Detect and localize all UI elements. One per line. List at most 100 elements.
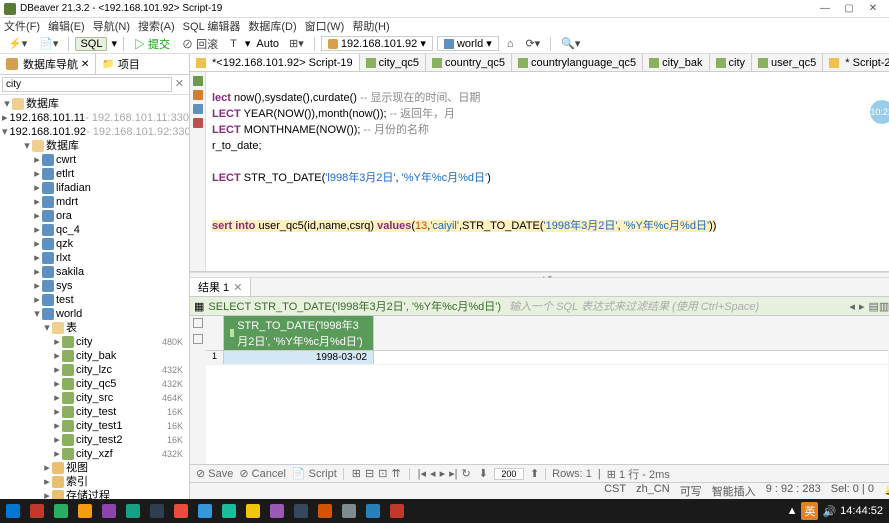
editor-tab[interactable]: city_qc5: [360, 54, 426, 71]
exec-script-icon[interactable]: [193, 90, 203, 100]
menu-help[interactable]: 帮助(H): [352, 18, 389, 34]
tree-item[interactable]: ▸ora: [0, 209, 189, 223]
tx-button[interactable]: T: [226, 37, 241, 51]
table-row[interactable]: 1 1998-03-02: [206, 351, 888, 365]
tree-item[interactable]: ▸rlxt: [0, 251, 189, 265]
tree-item[interactable]: ▾表: [0, 321, 189, 335]
menu-file[interactable]: 文件(F): [4, 18, 40, 34]
tree-item[interactable]: ▸索引: [0, 475, 189, 489]
tray-icon[interactable]: ▲: [787, 505, 798, 517]
tree-item[interactable]: ▸city480K: [0, 335, 189, 349]
tree-item[interactable]: ▾数据库: [0, 139, 189, 153]
refresh-button[interactable]: ⟳▾: [521, 36, 544, 51]
panels-icon[interactable]: ▤▥◧: [868, 300, 889, 313]
status-bell-icon[interactable]: 🔔: [884, 483, 889, 499]
explain-icon[interactable]: [193, 104, 203, 114]
tree-item[interactable]: ▸qc_4: [0, 223, 189, 237]
task-icon[interactable]: [98, 501, 120, 521]
export-icon[interactable]: ⬆: [530, 467, 539, 480]
filter-clear-icon[interactable]: ✕: [172, 77, 187, 92]
task-icon[interactable]: [146, 501, 168, 521]
tree-item[interactable]: ▸视图: [0, 461, 189, 475]
task-icon[interactable]: [314, 501, 336, 521]
tree-item[interactable]: ▸cwrt: [0, 153, 189, 167]
tab-db-navigator[interactable]: 数据库导航 ✕: [0, 54, 96, 74]
editor-tab[interactable]: * Script-22: [823, 54, 889, 71]
tree-item[interactable]: ▾数据库: [0, 97, 189, 111]
tree-item[interactable]: ▸qzk: [0, 237, 189, 251]
task-icon[interactable]: [290, 501, 312, 521]
tree-filter-input[interactable]: [2, 77, 172, 92]
filter-hint[interactable]: 输入一个 SQL 表达式来过滤结果 (使用 Ctrl+Space): [509, 298, 759, 314]
tree-item[interactable]: ▸存储过程: [0, 489, 189, 499]
editor-tab[interactable]: country_qc5: [426, 54, 512, 71]
sql-button[interactable]: SQL: [75, 37, 107, 51]
search-button[interactable]: 🔍▾: [557, 36, 584, 51]
tree-item[interactable]: ▸city_test16K: [0, 405, 189, 419]
task-icon[interactable]: [194, 501, 216, 521]
cell-value[interactable]: 1998-03-02: [224, 351, 374, 364]
home-button[interactable]: ⌂: [503, 37, 518, 51]
task-icon[interactable]: [74, 501, 96, 521]
ime-icon[interactable]: 英: [801, 502, 818, 520]
grid-icon[interactable]: ▦: [194, 300, 208, 313]
tree-item[interactable]: ▸192.168.101.11 - 192.168.101.11:3306: [0, 111, 189, 125]
task-icon[interactable]: [338, 501, 360, 521]
menu-search[interactable]: 搜索(A): [138, 18, 175, 34]
exec-icon[interactable]: [193, 76, 203, 86]
task-icon[interactable]: [170, 501, 192, 521]
script-button[interactable]: 📄 Script: [292, 467, 337, 480]
text-mode-icon[interactable]: [193, 334, 203, 344]
menu-edit[interactable]: 编辑(E): [48, 18, 85, 34]
page-nav[interactable]: |◂◂▸▸|↻: [416, 467, 473, 480]
grid-mode-icon[interactable]: [193, 318, 203, 328]
sql-editor[interactable]: lect now(),sysdate(),curdate() -- 显示现在的时…: [206, 72, 889, 271]
result-tab[interactable]: 结果 1✕: [190, 278, 251, 296]
column-header[interactable]: STR_TO_DATE('l998年3月2日', '%Y年%c月%d日'): [224, 316, 374, 350]
task-icon[interactable]: [50, 501, 72, 521]
new-sql-button[interactable]: 📄▾: [35, 36, 62, 51]
system-tray[interactable]: ▲ 英 🔊 14:44:52: [787, 502, 887, 520]
minimize-button[interactable]: —: [813, 3, 837, 14]
tree-item[interactable]: ▾world: [0, 307, 189, 321]
rollback-button[interactable]: ⊘ 回滚: [178, 35, 222, 53]
tab-projects[interactable]: 📁 项目: [96, 54, 145, 74]
db-tree[interactable]: ▾数据库▸192.168.101.11 - 192.168.101.11:330…: [0, 95, 189, 499]
close-button[interactable]: ✕: [861, 3, 885, 14]
fetch-icon[interactable]: ⬇: [479, 467, 488, 480]
start-button[interactable]: [2, 501, 24, 521]
tree-item[interactable]: ▸city_xzf432K: [0, 447, 189, 461]
tree-item[interactable]: ▸etlrt: [0, 167, 189, 181]
next-icon[interactable]: ▸: [859, 300, 865, 313]
commit-button[interactable]: ▷ 提交: [130, 35, 174, 53]
autocommit-toggle[interactable]: Auto: [254, 38, 281, 50]
editor-tab[interactable]: city: [710, 54, 753, 71]
database-selector[interactable]: world ▾: [437, 36, 499, 51]
editor-tab[interactable]: countrylanguage_qc5: [512, 54, 643, 71]
tree-item[interactable]: ▸lifadian: [0, 181, 189, 195]
result-grid[interactable]: STR_TO_DATE('l998年3月2日', '%Y年%c月%d日') 1 …: [206, 316, 888, 464]
menu-sqleditor[interactable]: SQL 编辑器: [183, 18, 241, 34]
menu-navigate[interactable]: 导航(N): [93, 18, 130, 34]
task-icon[interactable]: [26, 501, 48, 521]
tree-item[interactable]: ▸test: [0, 293, 189, 307]
editor-tab[interactable]: city_bak: [643, 54, 709, 71]
new-connection-button[interactable]: ⚡▾: [4, 36, 31, 51]
task-icon[interactable]: [266, 501, 288, 521]
tree-item[interactable]: ▸city_bak: [0, 349, 189, 363]
tray-icon[interactable]: 🔊: [822, 505, 836, 518]
editor-tab[interactable]: user_qc5: [752, 54, 823, 71]
clock[interactable]: 14:44:52: [840, 505, 883, 517]
task-icon[interactable]: [362, 501, 384, 521]
page-size-input[interactable]: [494, 468, 524, 480]
tree-item[interactable]: ▸city_test116K: [0, 419, 189, 433]
tree-item[interactable]: ▸city_lzc432K: [0, 363, 189, 377]
task-icon[interactable]: [386, 501, 408, 521]
tree-item[interactable]: ▸sys: [0, 279, 189, 293]
tree-item[interactable]: ▸city_qc5432K: [0, 377, 189, 391]
menu-window[interactable]: 窗口(W): [305, 18, 345, 34]
tree-item[interactable]: ▸city_src464K: [0, 391, 189, 405]
save-button[interactable]: ⊘ Save: [196, 467, 233, 480]
tree-item[interactable]: ▸mdrt: [0, 195, 189, 209]
cancel-button[interactable]: ⊘ Cancel: [239, 467, 286, 480]
